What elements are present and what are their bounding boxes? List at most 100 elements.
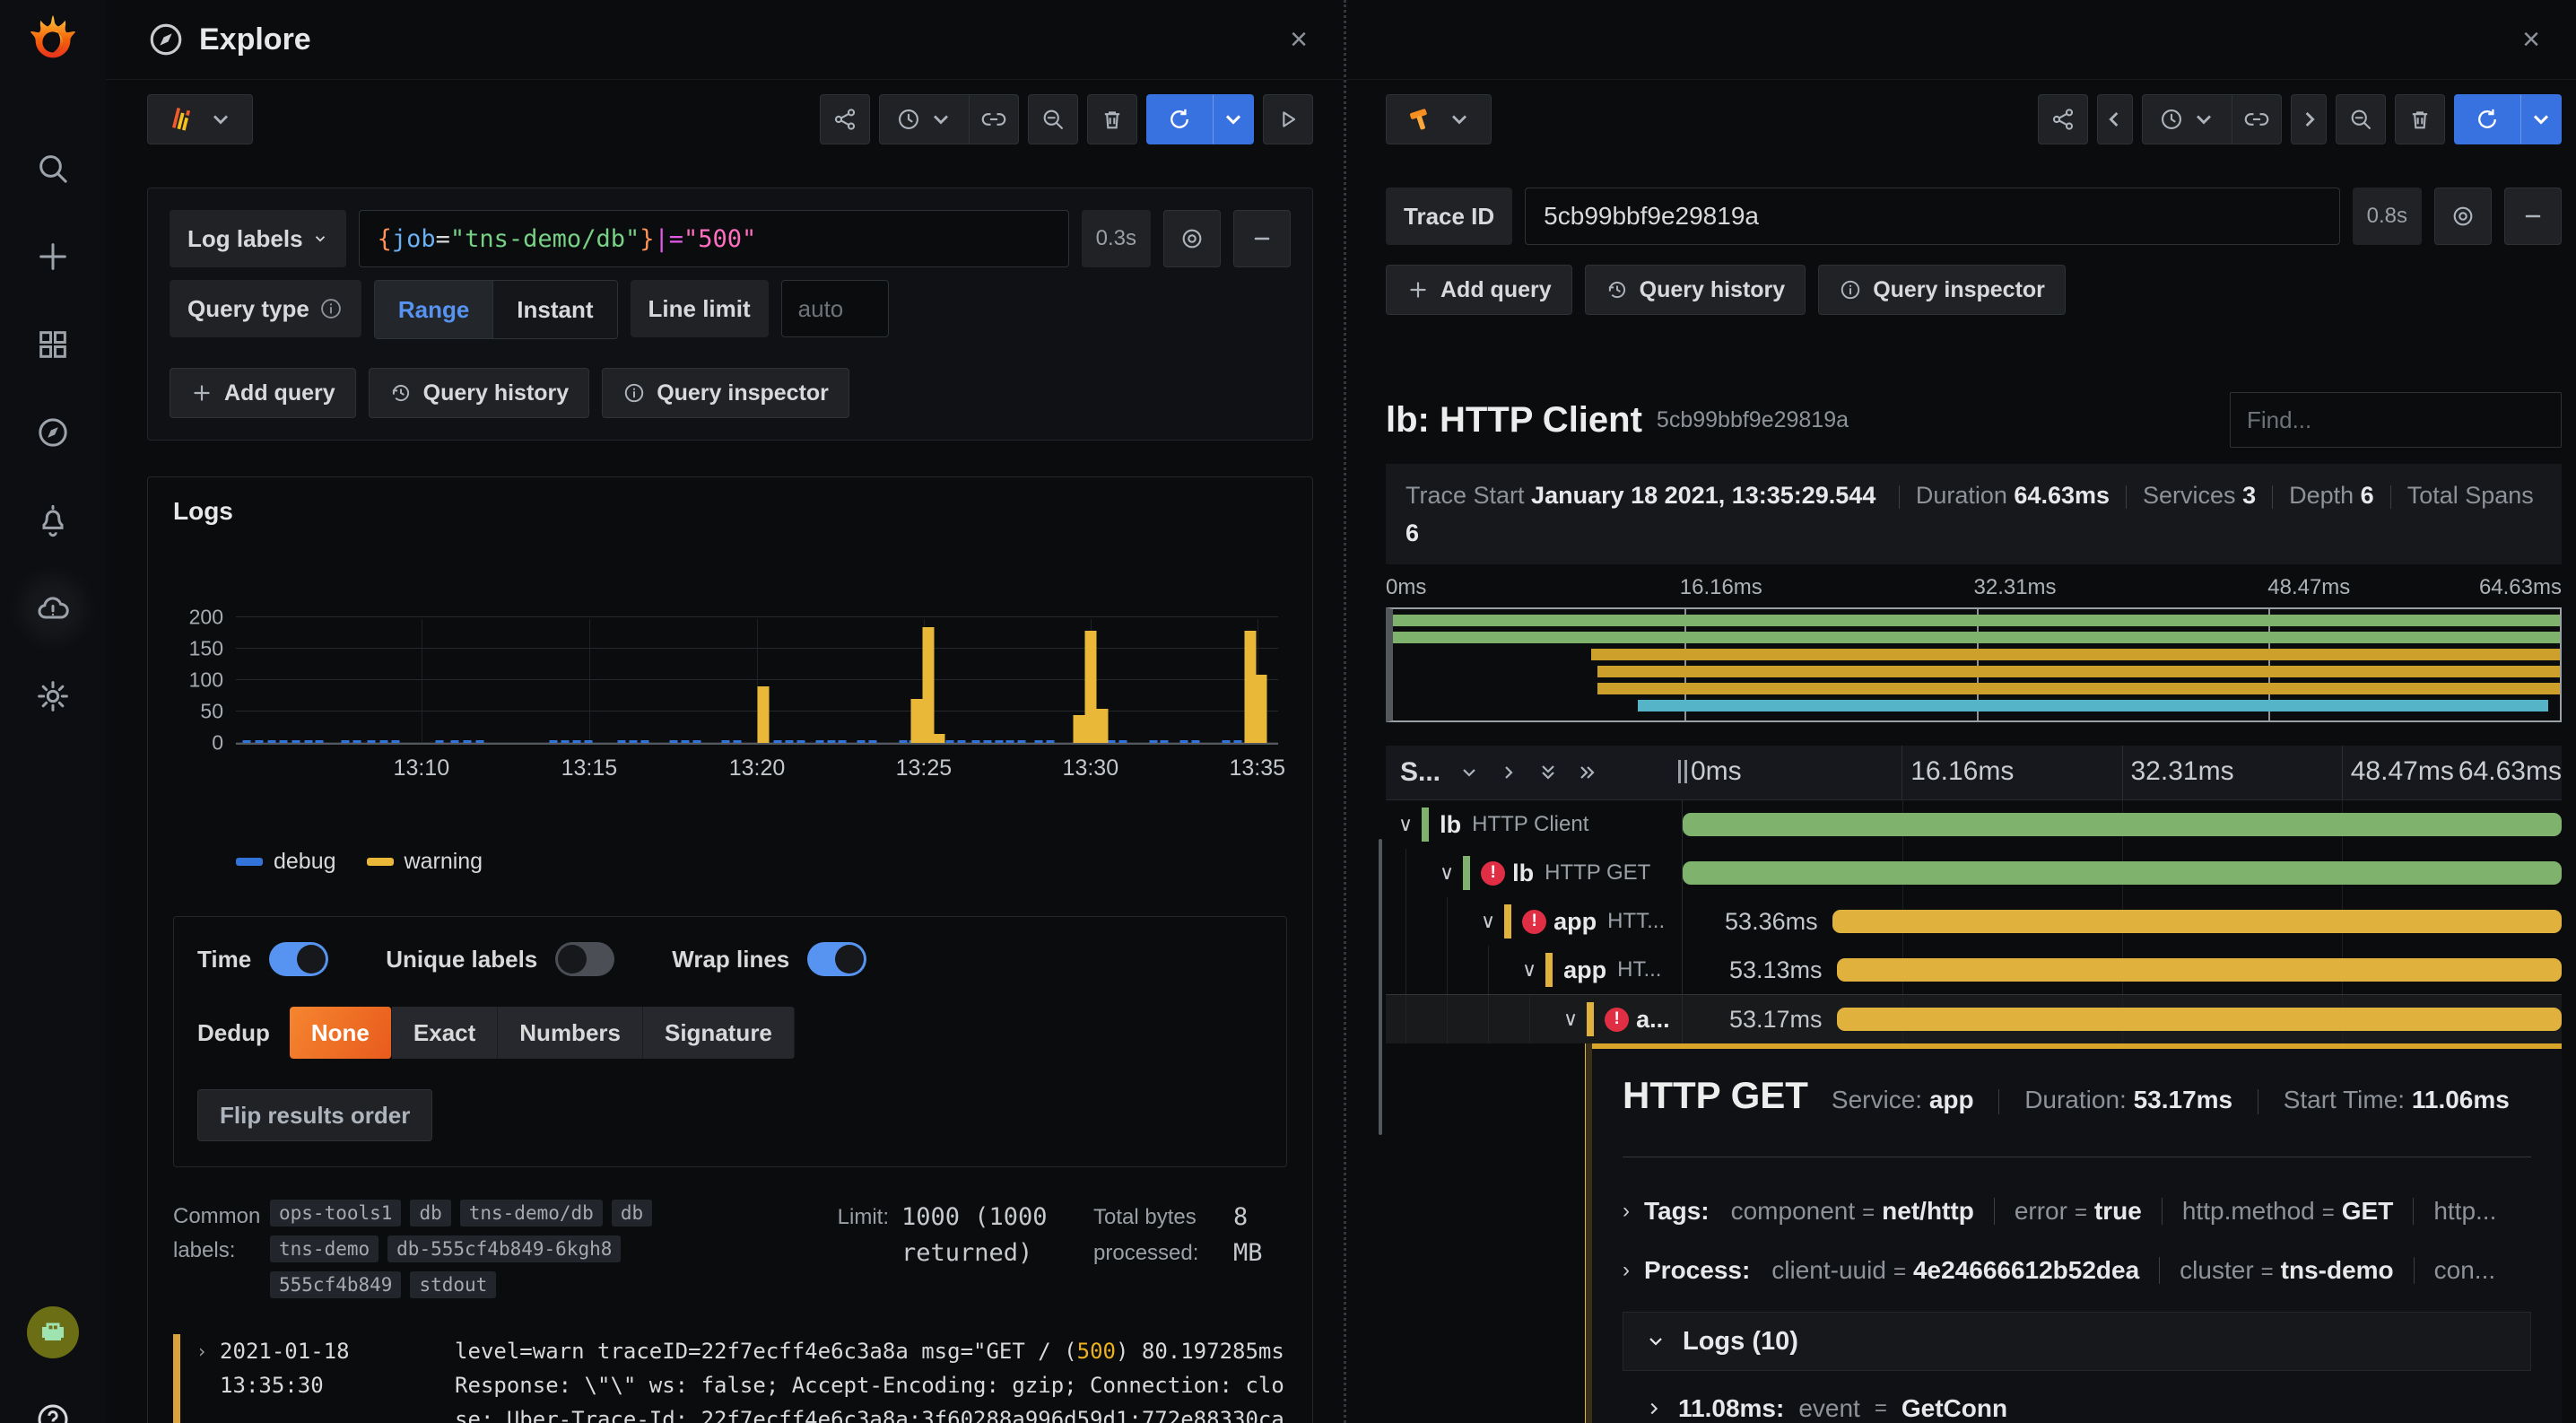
share-button[interactable] — [2038, 94, 2088, 144]
span-row[interactable]: ∨lbHTTP Client — [1386, 800, 2562, 849]
line-limit-input[interactable]: auto — [781, 280, 889, 337]
double-chevron-down-icon[interactable] — [1537, 762, 1559, 783]
zoom-out-button[interactable] — [1028, 94, 1078, 144]
span-list-scrollbar[interactable] — [1379, 839, 1382, 1135]
dedup-exact[interactable]: Exact — [392, 1007, 498, 1059]
span-name-cell[interactable]: ∨!lbHTTP GET — [1386, 849, 1682, 897]
user-avatar[interactable] — [27, 1306, 79, 1358]
span-name-cell[interactable]: ∨!appHTT... — [1386, 897, 1682, 946]
chevron-down-icon[interactable]: ∨ — [1440, 861, 1454, 885]
trace-minimap[interactable] — [1386, 607, 2562, 722]
copy-link-button[interactable] — [969, 94, 1019, 144]
angle-right-icon[interactable]: › — [196, 1334, 207, 1423]
dashboards-icon[interactable] — [33, 325, 73, 364]
close-left-pane-icon[interactable]: × — [1290, 24, 1308, 55]
span-row[interactable]: ∨!lbHTTP GET — [1386, 849, 2562, 897]
chevron-down-icon[interactable]: ∨ — [1522, 958, 1536, 982]
query-type-range[interactable]: Range — [375, 281, 493, 338]
share-button[interactable] — [820, 94, 870, 144]
span-row[interactable]: ∨!a...53.17ms — [1386, 994, 2562, 1043]
query-inspector-button[interactable]: Query inspector — [602, 368, 849, 418]
run-button[interactable] — [1263, 94, 1313, 144]
explore-compass-icon[interactable] — [33, 413, 73, 452]
zoom-out-button[interactable] — [2336, 94, 2386, 144]
time-range-button[interactable] — [2142, 94, 2232, 144]
span-timeline-cell[interactable] — [1682, 849, 2562, 897]
legend-item-debug[interactable]: debug — [236, 849, 336, 875]
trace-find-input[interactable]: Find... — [2230, 392, 2562, 448]
angle-right-icon[interactable] — [1498, 762, 1519, 783]
span-tags-row[interactable]: ›Tags:component=net/httperror=truehttp.m… — [1623, 1197, 2531, 1226]
add-query-button[interactable]: Add query — [170, 368, 356, 418]
span-name-cell[interactable]: ∨appHT... — [1386, 946, 1682, 994]
refresh-interval-dropdown[interactable] — [1213, 94, 1254, 144]
create-plus-icon[interactable] — [33, 237, 73, 276]
chevron-down-icon[interactable]: ∨ — [1481, 910, 1495, 933]
span-bar[interactable] — [1683, 813, 2562, 836]
double-chevron-right-icon[interactable] — [1577, 762, 1598, 783]
grafana-logo[interactable] — [25, 13, 81, 68]
disable-query-eye-button[interactable] — [1163, 210, 1221, 267]
span-process-row[interactable]: ›Process:client-uuid=4e24666612b52deaclu… — [1623, 1256, 2531, 1285]
span-bar[interactable] — [1837, 1008, 2563, 1031]
settings-gear-icon[interactable] — [33, 677, 73, 716]
alerting-bell-icon[interactable] — [33, 501, 73, 540]
add-query-button[interactable]: Add query — [1386, 265, 1572, 315]
toggle-switch[interactable] — [807, 942, 866, 976]
span-bar[interactable] — [1683, 861, 2562, 885]
angle-right-icon[interactable]: › — [1623, 1199, 1630, 1224]
chevron-down-icon[interactable] — [1458, 762, 1480, 783]
span-bar[interactable] — [1837, 958, 2563, 982]
angle-right-icon[interactable]: › — [1623, 1258, 1630, 1283]
query-history-button[interactable]: Query history — [1585, 265, 1806, 315]
cloud-alert-icon[interactable] — [33, 589, 73, 628]
legend-item-warning[interactable]: warning — [367, 849, 483, 875]
help-icon[interactable] — [33, 1400, 73, 1423]
span-service-name: lb — [1440, 811, 1461, 839]
time-range-button[interactable] — [879, 94, 969, 144]
span-log-entry[interactable]: 11.08ms: event = GetConn — [1623, 1394, 2531, 1423]
right-pane-header: × — [1346, 0, 2576, 80]
span-logs-accordion[interactable]: Logs (10) — [1623, 1312, 2531, 1371]
span-name-cell[interactable]: ∨!a... — [1386, 995, 1682, 1043]
span-timeline-cell[interactable]: 53.13ms — [1682, 946, 2562, 994]
refresh-interval-dropdown[interactable] — [2520, 94, 2562, 144]
remove-query-button[interactable] — [2504, 188, 2562, 245]
span-row[interactable]: ∨!appHTT...53.36ms — [1386, 897, 2562, 946]
time-forward-button[interactable] — [2291, 94, 2327, 144]
refresh-button[interactable] — [1146, 94, 1213, 144]
dedup-numbers[interactable]: Numbers — [498, 1007, 643, 1059]
log-row[interactable]: ›2021-01-18 13:35:30level=warn traceID=2… — [173, 1334, 1287, 1423]
log-labels-button[interactable]: Log labels — [170, 210, 346, 267]
span-timeline-cell[interactable] — [1682, 800, 2562, 849]
copy-link-button[interactable] — [2232, 94, 2282, 144]
datasource-picker-tempo[interactable] — [1386, 94, 1492, 144]
dedup-none[interactable]: None — [290, 1007, 392, 1059]
query-type-instant[interactable]: Instant — [493, 281, 616, 338]
close-right-pane-icon[interactable]: × — [2522, 24, 2540, 55]
span-row[interactable]: ∨appHT...53.13ms — [1386, 946, 2562, 994]
refresh-button[interactable] — [2454, 94, 2520, 144]
query-inspector-button[interactable]: Query inspector — [1818, 265, 2066, 315]
span-bar[interactable] — [1832, 910, 2562, 933]
flip-results-order-button[interactable]: Flip results order — [197, 1089, 432, 1141]
search-icon[interactable] — [33, 149, 73, 188]
toggle-switch[interactable] — [555, 942, 614, 976]
remove-query-button[interactable] — [1233, 210, 1291, 267]
chevron-down-icon[interactable]: ∨ — [1563, 1008, 1578, 1031]
trace-id-input[interactable]: 5cb99bbf9e29819a — [1525, 188, 2339, 245]
chevron-down-icon[interactable]: ∨ — [1398, 813, 1413, 836]
span-timeline-cell[interactable]: 53.36ms — [1682, 897, 2562, 946]
disable-query-eye-button[interactable] — [2434, 188, 2492, 245]
x-axis-tick: 13:30 — [1063, 755, 1119, 781]
span-timeline-cell[interactable]: 53.17ms — [1682, 995, 2562, 1043]
dedup-signature[interactable]: Signature — [643, 1007, 795, 1059]
datasource-picker-loki[interactable] — [147, 94, 253, 144]
logql-query-input[interactable]: {job="tns-demo/db"} |= "500" — [359, 210, 1069, 267]
clear-all-button[interactable] — [1087, 94, 1137, 144]
clear-all-button[interactable] — [2395, 94, 2445, 144]
span-name-cell[interactable]: ∨lbHTTP Client — [1386, 800, 1682, 849]
toggle-switch[interactable] — [269, 942, 328, 976]
query-history-button[interactable]: Query history — [369, 368, 590, 418]
time-back-button[interactable] — [2097, 94, 2133, 144]
